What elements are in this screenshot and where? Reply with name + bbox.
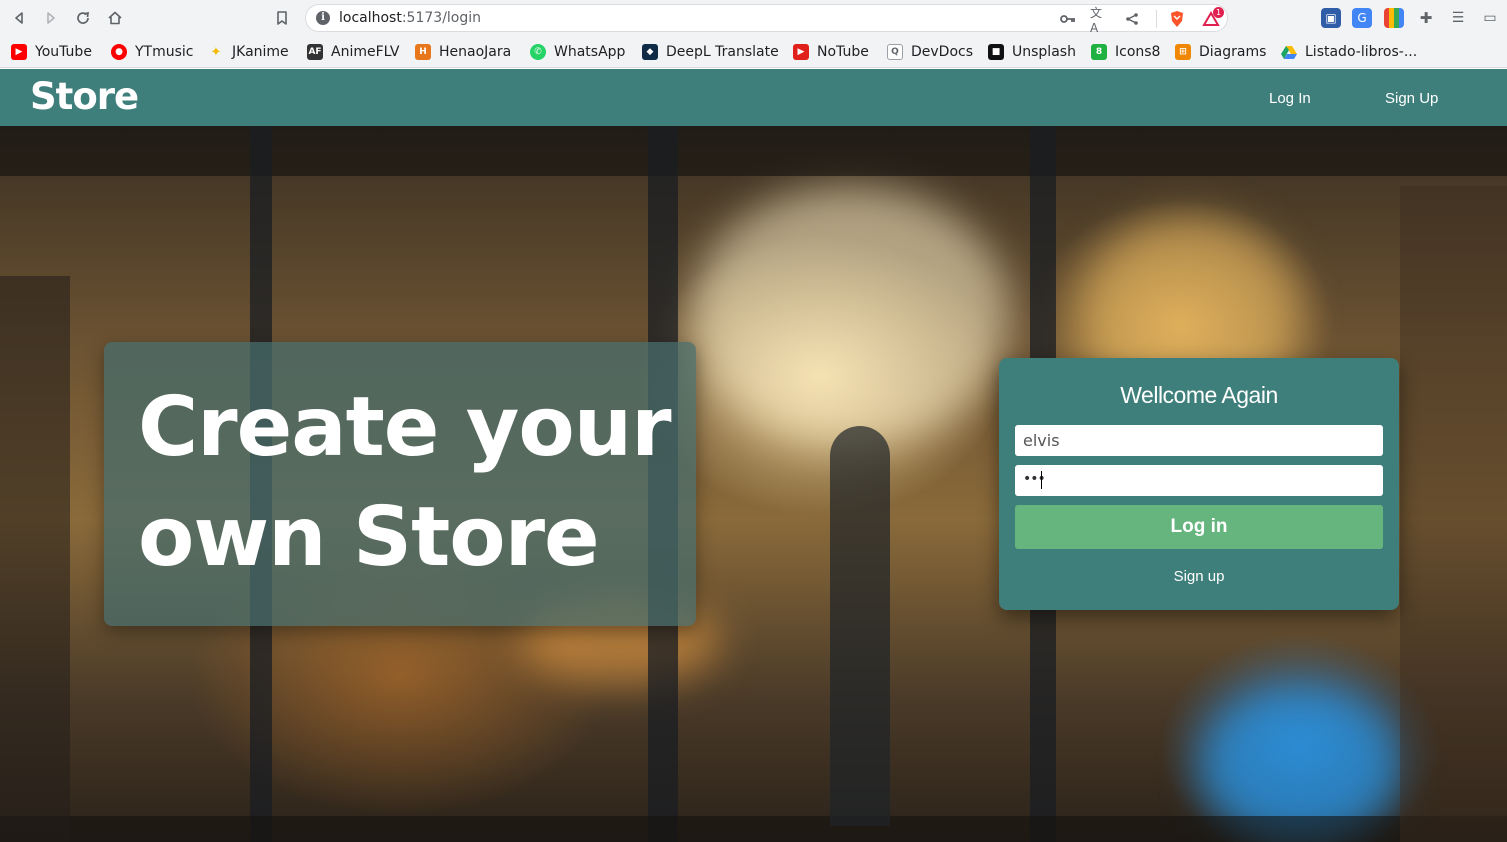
bookmark-ytmusic[interactable]: ● YTmusic xyxy=(111,42,194,62)
bookmark-notube[interactable]: ▶ NoTube xyxy=(793,42,869,62)
login-card: Wellcome Again ••• Log in Sign up xyxy=(999,358,1399,610)
brave-shield-icon[interactable] xyxy=(1167,9,1187,29)
bookmarks-bar: ▶ YouTube ● YTmusic ✦ JKanime AF AnimeFLV HH… xyxy=(0,36,1507,68)
google-translate-ext-icon[interactable]: G xyxy=(1352,8,1372,28)
bookmark-youtube[interactable]: ▶ YouTube xyxy=(11,42,92,62)
bookmark-diagrams[interactable]: ⊞ Diagrams xyxy=(1175,42,1266,62)
bookmark-henaojara[interactable]: H HenaoJara xyxy=(415,42,511,62)
tab-sidebar-icon[interactable]: ▭ xyxy=(1480,8,1500,28)
unsplash-icon: ■ xyxy=(988,44,1004,60)
login-submit-button[interactable]: Log in xyxy=(1015,505,1383,549)
bookmark-listado-libros[interactable]: Listado-libros-... xyxy=(1281,42,1417,62)
page: Store Log In Sign Up Create your own Sto… xyxy=(0,69,1507,842)
bookmark-icon[interactable] xyxy=(270,6,294,30)
tagline-box: Create your own Store xyxy=(104,342,696,626)
site-info-icon[interactable]: i xyxy=(316,11,330,25)
devdocs-icon: Q xyxy=(887,44,903,60)
brave-rewards-icon[interactable]: 1 xyxy=(1201,7,1224,29)
bookmark-whatsapp[interactable]: ✆ WhatsApp xyxy=(530,42,625,62)
bookmark-deepl[interactable]: ◆ DeepL Translate xyxy=(642,42,779,62)
extension-icon-1[interactable]: ▣ xyxy=(1321,8,1341,28)
colors-ext-icon[interactable] xyxy=(1384,8,1404,28)
google-drive-icon xyxy=(1281,44,1297,60)
hero-window-frame xyxy=(0,126,1507,176)
brand-logo[interactable]: Store xyxy=(30,75,139,118)
jkanime-icon: ✦ xyxy=(210,44,222,60)
bookmark-animeflv[interactable]: AF AnimeFLV xyxy=(307,42,399,62)
nav-signup-link[interactable]: Sign Up xyxy=(1385,90,1438,107)
icons8-icon: 8 xyxy=(1091,44,1107,60)
address-bar[interactable]: i localhost:5173/login 文A 1 xyxy=(305,4,1228,35)
hero-window-frame xyxy=(0,816,1507,842)
password-input[interactable]: ••• xyxy=(1015,465,1383,496)
back-icon[interactable] xyxy=(7,6,31,30)
signup-link[interactable]: Sign up xyxy=(999,568,1399,585)
forward-icon[interactable] xyxy=(39,6,63,30)
url-text: localhost:5173/login xyxy=(339,10,482,26)
youtube-icon: ▶ xyxy=(11,44,27,60)
notube-icon: ▶ xyxy=(793,44,809,60)
share-icon[interactable] xyxy=(1122,9,1142,29)
whatsapp-icon: ✆ xyxy=(530,44,546,60)
rewards-badge: 1 xyxy=(1213,7,1224,18)
ytmusic-icon: ● xyxy=(111,44,127,60)
henaojara-icon: H xyxy=(415,44,431,60)
key-icon[interactable] xyxy=(1058,9,1078,29)
home-icon[interactable] xyxy=(103,6,127,30)
extensions-puzzle-icon[interactable]: ✚ xyxy=(1416,8,1436,28)
username-input[interactable] xyxy=(1015,425,1383,456)
hero-light xyxy=(690,186,1010,446)
animeflv-icon: AF xyxy=(307,44,323,60)
tagline-line-2: own Store xyxy=(138,490,600,585)
navbar: Store Log In Sign Up xyxy=(0,69,1507,126)
bookmark-devdocs[interactable]: Q DevDocs xyxy=(887,42,973,62)
hero-brick-wall xyxy=(1400,186,1507,842)
bookmark-unsplash[interactable]: ■ Unsplash xyxy=(988,42,1076,62)
bookmark-icons8[interactable]: 8 Icons8 xyxy=(1091,42,1160,62)
url-divider xyxy=(1156,10,1157,28)
deepl-icon: ◆ xyxy=(642,44,658,60)
tagline-line-1: Create your xyxy=(138,380,672,475)
hero-person-silhouette xyxy=(830,426,890,826)
nav-login-link[interactable]: Log In xyxy=(1269,90,1311,107)
hero-background: Create your own Store Wellcome Again •••… xyxy=(0,126,1507,842)
text-caret xyxy=(1041,471,1042,489)
browser-toolbar: i localhost:5173/login 文A 1 ▣ G ✚ ☰ ▭ xyxy=(0,0,1507,36)
login-title: Wellcome Again xyxy=(1120,382,1278,408)
hero-shadow xyxy=(0,276,70,842)
translate-icon[interactable]: 文A xyxy=(1090,6,1110,35)
media-queue-icon[interactable]: ☰ xyxy=(1448,8,1468,28)
diagrams-icon: ⊞ xyxy=(1175,44,1191,60)
reload-icon[interactable] xyxy=(71,6,95,30)
bookmark-jkanime[interactable]: ✦ JKanime xyxy=(208,42,289,62)
